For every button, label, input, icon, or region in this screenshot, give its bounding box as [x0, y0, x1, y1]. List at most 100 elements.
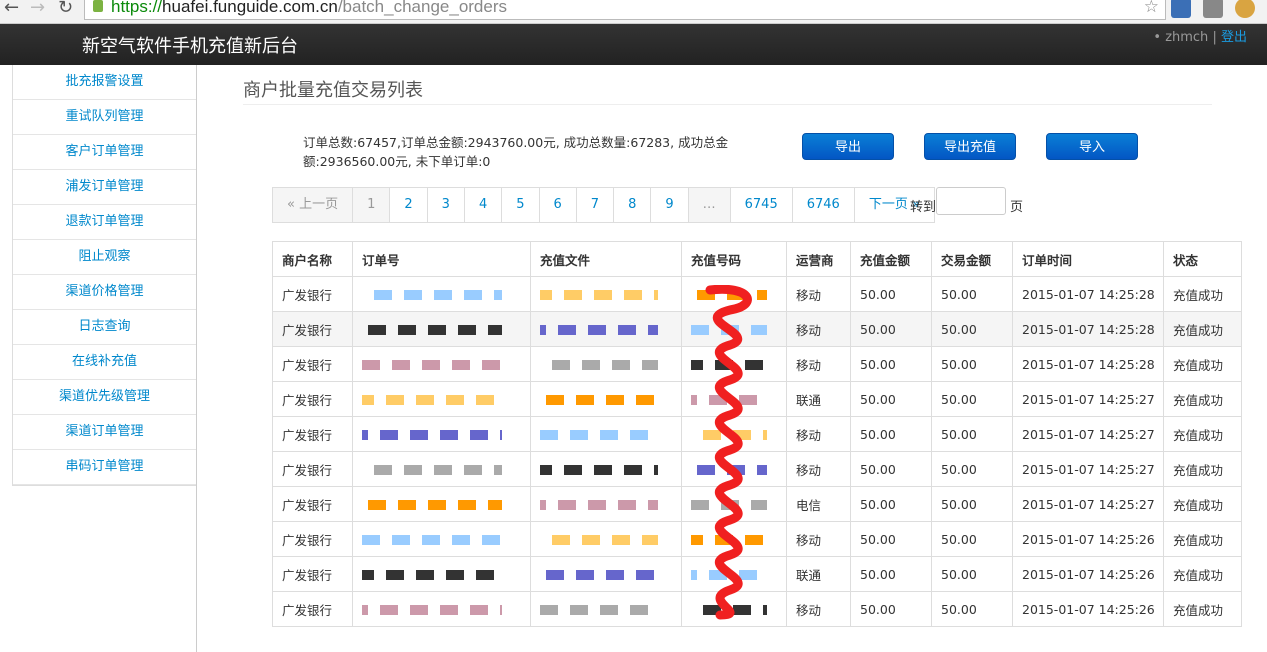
redacted-value: [540, 500, 658, 510]
redacted-value: [691, 430, 767, 440]
sidebar-item[interactable]: 客户订单管理: [13, 135, 196, 170]
carrier-cell: 联通: [786, 556, 851, 592]
sidebar-item[interactable]: 阻止观察: [13, 240, 196, 275]
redacted-value: [691, 605, 767, 615]
import-button[interactable]: 导入: [1046, 133, 1138, 160]
page-link[interactable]: 6746: [791, 188, 854, 222]
status-cell: 充值成功: [1163, 591, 1242, 627]
table-row[interactable]: 广发银行 移动 50.00 50.00 2015-01-07 14:25:28 充值成功: [272, 311, 1242, 347]
forward-icon[interactable]: →: [30, 0, 45, 18]
amount-cell: 50.00: [850, 381, 932, 417]
trade-amount-cell: 50.00: [931, 311, 1013, 347]
address-bar[interactable]: https://huafei.funguide.com.cn/batch_cha…: [84, 0, 1166, 20]
page-link[interactable]: 7: [575, 188, 613, 222]
table-row[interactable]: 广发银行 移动 50.00 50.00 2015-01-07 14:25:26 充值成功: [272, 591, 1242, 627]
order-time-cell: 2015-01-07 14:25:27: [1012, 451, 1164, 487]
sidebar-item[interactable]: 批充报警设置: [13, 65, 196, 100]
status-cell: 充值成功: [1163, 346, 1242, 382]
redacted-cell: [352, 486, 531, 522]
sidebar-item[interactable]: 日志查询: [13, 310, 196, 345]
page-link[interactable]: 6745: [729, 188, 792, 222]
redacted-value: [691, 500, 767, 510]
page-link[interactable]: 2: [389, 188, 426, 222]
browser-toolbar: ← → ↻ https://huafei.funguide.com.cn/bat…: [0, 0, 1267, 24]
table-header-row: 商户名称 订单号 充值文件 充值号码 运营商 充值金额 交易金额 订单时间 状态: [272, 241, 1242, 277]
carrier-cell: 移动: [786, 346, 851, 382]
divider: [196, 65, 197, 652]
redacted-cell: [352, 381, 531, 417]
redacted-cell: [352, 556, 531, 592]
redacted-cell: [681, 486, 787, 522]
extension-icon[interactable]: [1171, 0, 1191, 18]
sidebar-item[interactable]: 串码订单管理: [13, 450, 196, 485]
table-row[interactable]: 广发银行 联通 50.00 50.00 2015-01-07 14:25:26 充值成功: [272, 556, 1242, 592]
page-link[interactable]: 8: [613, 188, 650, 222]
redacted-cell: [530, 346, 682, 382]
brand[interactable]: 新空气软件手机充值新后台: [82, 32, 298, 58]
reload-icon[interactable]: ↻: [58, 0, 73, 18]
table-row[interactable]: 广发银行 移动 50.00 50.00 2015-01-07 14:25:26 充值成功: [272, 521, 1242, 557]
table-row[interactable]: 广发银行 移动 50.00 50.00 2015-01-07 14:25:28 充值成功: [272, 276, 1242, 312]
column-header: 订单号: [352, 241, 531, 277]
order-time-cell: 2015-01-07 14:25:28: [1012, 276, 1164, 312]
merchant-cell: 广发银行: [272, 486, 353, 522]
trade-amount-cell: 50.00: [931, 381, 1013, 417]
export-button[interactable]: 导出: [802, 133, 894, 160]
table-row[interactable]: 广发银行 移动 50.00 50.00 2015-01-07 14:25:27 充值成功: [272, 416, 1242, 452]
sidebar-item[interactable]: 渠道订单管理: [13, 415, 196, 450]
table-row[interactable]: 广发银行 移动 50.00 50.00 2015-01-07 14:25:28 充值成功: [272, 346, 1242, 382]
goto-page-input[interactable]: [936, 187, 1006, 215]
page-link[interactable]: 9: [650, 188, 687, 222]
redacted-value: [540, 325, 658, 335]
amount-cell: 50.00: [850, 451, 932, 487]
page-link[interactable]: 3: [426, 188, 464, 222]
sidebar-item[interactable]: 浦发订单管理: [13, 170, 196, 205]
cookie-icon[interactable]: [1235, 0, 1255, 18]
export-recharge-button[interactable]: 导出充值: [924, 133, 1016, 160]
order-time-cell: 2015-01-07 14:25:26: [1012, 556, 1164, 592]
merchant-cell: 广发银行: [272, 311, 353, 347]
page-link[interactable]: 4: [463, 188, 501, 222]
column-header: 商户名称: [272, 241, 353, 277]
carrier-cell: 移动: [786, 416, 851, 452]
column-header: 充值文件: [530, 241, 682, 277]
order-time-cell: 2015-01-07 14:25:27: [1012, 381, 1164, 417]
amount-cell: 50.00: [850, 346, 932, 382]
redacted-value: [691, 325, 767, 335]
page-link[interactable]: 5: [501, 188, 538, 222]
trade-amount-cell: 50.00: [931, 521, 1013, 557]
redacted-value: [540, 290, 658, 300]
carrier-cell: 电信: [786, 486, 851, 522]
logout-link[interactable]: 登出: [1221, 30, 1247, 45]
trade-amount-cell: 50.00: [931, 451, 1013, 487]
star-icon[interactable]: ☆: [1144, 0, 1159, 19]
column-header: 订单时间: [1012, 241, 1164, 277]
table-row[interactable]: 广发银行 联通 50.00 50.00 2015-01-07 14:25:27 充值成功: [272, 381, 1242, 417]
merchant-cell: 广发银行: [272, 556, 353, 592]
sidebar-item[interactable]: 在线补充值: [13, 345, 196, 380]
redacted-cell: [352, 591, 531, 627]
redacted-cell: [530, 486, 682, 522]
status-cell: 充值成功: [1163, 381, 1242, 417]
page-link[interactable]: 1: [352, 188, 390, 222]
divider: [243, 104, 1212, 105]
sidebar-item[interactable]: 渠道优先级管理: [13, 380, 196, 415]
redacted-value: [362, 605, 502, 615]
goto-label: 转到: [910, 200, 937, 215]
table-row[interactable]: 广发银行 电信 50.00 50.00 2015-01-07 14:25:27 充值成功: [272, 486, 1242, 522]
sidebar-item[interactable]: 退款订单管理: [13, 205, 196, 240]
status-cell: 充值成功: [1163, 276, 1242, 312]
trade-amount-cell: 50.00: [931, 556, 1013, 592]
amount-cell: 50.00: [850, 556, 932, 592]
redacted-cell: [530, 276, 682, 312]
page-link[interactable]: 6: [538, 188, 576, 222]
table-row[interactable]: 广发银行 移动 50.00 50.00 2015-01-07 14:25:27 充值成功: [272, 451, 1242, 487]
sidebar-item[interactable]: 重试队列管理: [13, 100, 196, 135]
carrier-cell: 移动: [786, 591, 851, 627]
gmail-icon[interactable]: [1203, 0, 1223, 18]
back-icon[interactable]: ←: [4, 0, 19, 18]
sidebar-item[interactable]: 渠道价格管理: [13, 275, 196, 310]
status-cell: 充值成功: [1163, 311, 1242, 347]
summary-text: 订单总数:67457,订单总金额:2943760.00元, 成功总数量:6728…: [303, 133, 733, 171]
trade-amount-cell: 50.00: [931, 276, 1013, 312]
